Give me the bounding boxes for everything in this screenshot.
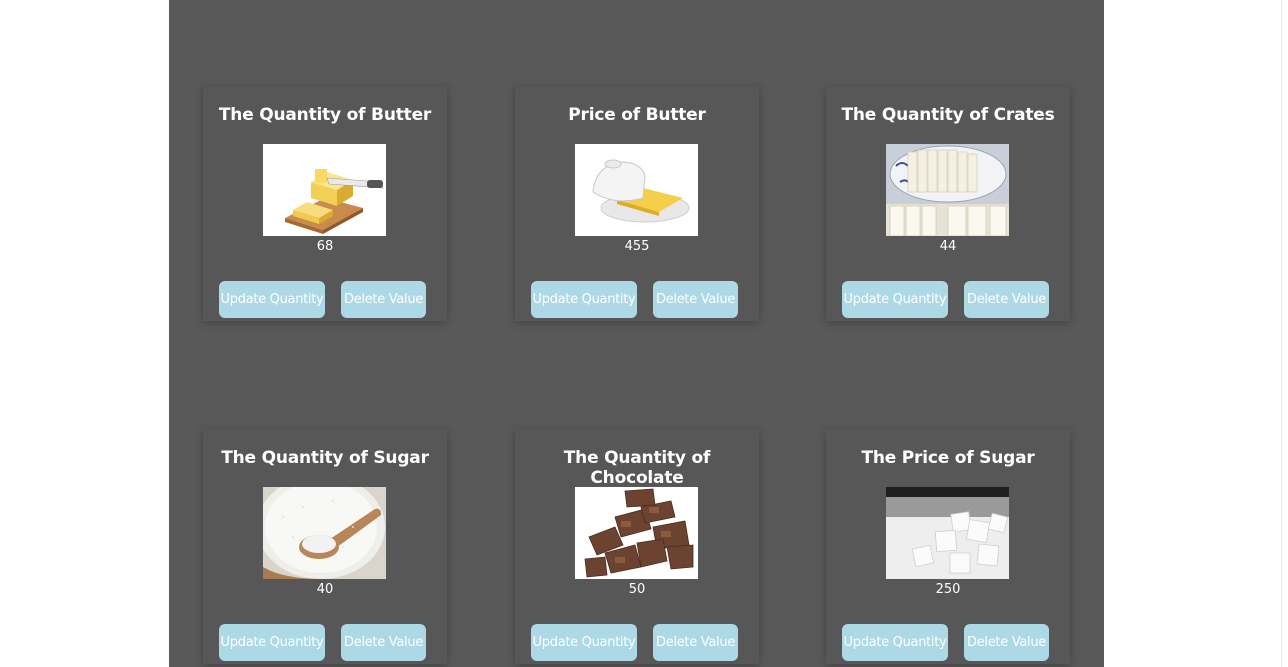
product-card: Price of Butter 455 Update Quantity Dele…: [515, 86, 759, 321]
delete-value-button[interactable]: Delete Value: [964, 281, 1049, 318]
delete-value-button[interactable]: Delete Value: [653, 281, 738, 318]
card-value: 44: [939, 239, 957, 254]
sugar-spoon-image: [263, 487, 386, 579]
butter-block-image: [263, 144, 386, 236]
scrollbar[interactable]: [1281, 0, 1288, 667]
product-card: The Quantity of Sugar 40 Update Quantity…: [203, 429, 447, 664]
card-title: The Quantity of Crates: [841, 105, 1055, 125]
chocolate-pieces-image: [575, 487, 698, 579]
card-title: The Quantity of Butter: [218, 105, 432, 125]
card-title: The Quantity of Sugar: [221, 448, 429, 468]
product-card: The Quantity of Crates 44 Update Quantit…: [826, 86, 1070, 321]
card-title: The Quantity of Chocolate: [563, 448, 711, 488]
update-quantity-button[interactable]: Update Quantity: [842, 281, 948, 318]
card-title: Price of Butter: [568, 105, 706, 125]
sugar-cubes-image: [886, 487, 1009, 579]
update-quantity-button[interactable]: Update Quantity: [219, 624, 325, 661]
card-value: 68: [316, 239, 334, 254]
card-value: 455: [624, 239, 650, 254]
card-title: The Price of Sugar: [861, 448, 1035, 468]
delete-value-button[interactable]: Delete Value: [653, 624, 738, 661]
card-value: 50: [628, 582, 646, 597]
butter-dish-image: [575, 144, 698, 236]
delete-value-button[interactable]: Delete Value: [964, 624, 1049, 661]
product-card: The Price of Sugar 250 Update Quantity D…: [826, 429, 1070, 664]
update-quantity-button[interactable]: Update Quantity: [219, 281, 325, 318]
delete-value-button[interactable]: Delete Value: [341, 624, 426, 661]
card-value: 250: [935, 582, 961, 597]
update-quantity-button[interactable]: Update Quantity: [842, 624, 948, 661]
update-quantity-button[interactable]: Update Quantity: [531, 281, 637, 318]
product-card: The Quantity of Chocolate 50 Update Quan…: [515, 429, 759, 664]
delete-value-button[interactable]: Delete Value: [341, 281, 426, 318]
page: The Quantity of Butter 68 Update Quantit…: [0, 0, 1288, 667]
card-value: 40: [316, 582, 334, 597]
crates-plate-image: [886, 144, 1009, 236]
product-card: The Quantity of Butter 68 Update Quantit…: [203, 86, 447, 321]
update-quantity-button[interactable]: Update Quantity: [531, 624, 637, 661]
main-panel: The Quantity of Butter 68 Update Quantit…: [169, 0, 1104, 667]
